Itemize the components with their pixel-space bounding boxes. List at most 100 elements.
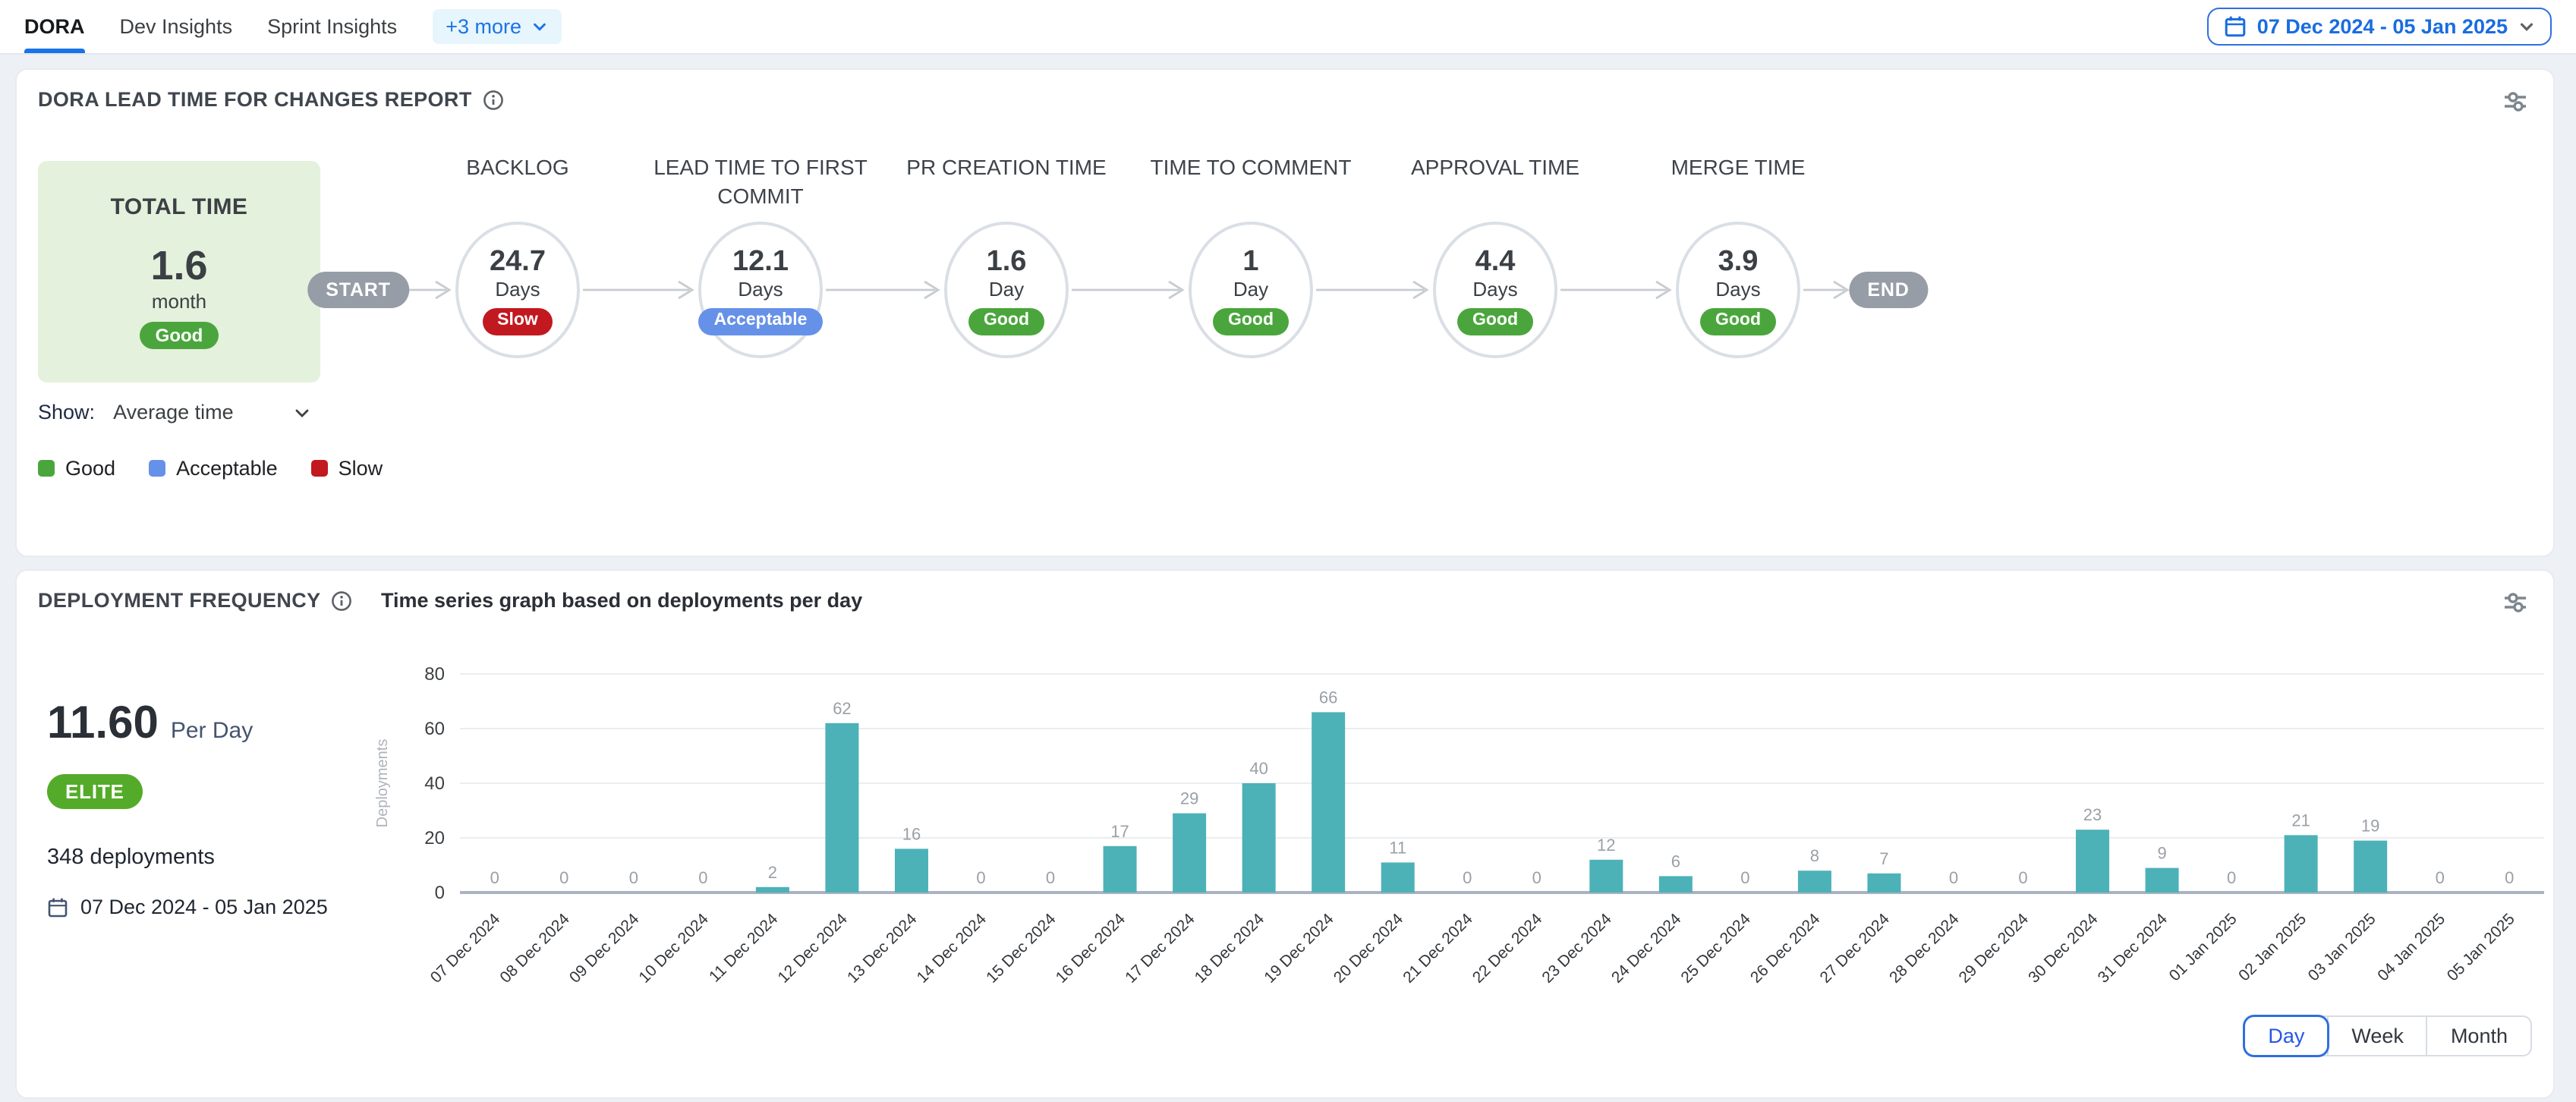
svg-text:27 Dec 2024: 27 Dec 2024 <box>1816 910 1893 987</box>
tab-sprint-insights[interactable]: Sprint Insights <box>267 0 397 53</box>
svg-text:80: 80 <box>424 664 445 685</box>
svg-text:03 Jan 2025: 03 Jan 2025 <box>2305 910 2379 984</box>
svg-text:0: 0 <box>2018 868 2027 887</box>
stage-status-badge: Good <box>968 307 1044 335</box>
granularity-day-button[interactable]: Day <box>2245 1017 2327 1055</box>
svg-text:09 Dec 2024: 09 Dec 2024 <box>566 910 643 987</box>
flow-start-pill: START <box>307 272 409 308</box>
stage-status-badge: Slow <box>482 307 553 335</box>
svg-text:0: 0 <box>2436 868 2445 887</box>
svg-text:0: 0 <box>435 883 445 903</box>
svg-text:28 Dec 2024: 28 Dec 2024 <box>1886 910 1963 987</box>
info-icon[interactable] <box>332 590 353 611</box>
svg-text:16: 16 <box>902 824 921 843</box>
svg-text:05 Jan 2025: 05 Jan 2025 <box>2444 910 2518 984</box>
svg-text:30 Dec 2024: 30 Dec 2024 <box>2025 910 2102 987</box>
svg-text:2: 2 <box>768 863 777 882</box>
show-metric-select[interactable]: Average time <box>113 401 310 423</box>
deployment-rate-unit: Per Day <box>171 718 253 744</box>
svg-text:14 Dec 2024: 14 Dec 2024 <box>914 910 990 987</box>
svg-text:0: 0 <box>976 868 985 887</box>
legend-label: Acceptable <box>176 457 278 480</box>
svg-text:66: 66 <box>1319 688 1337 707</box>
svg-text:0: 0 <box>698 868 707 887</box>
stage-label-time-to-comment: TIME TO COMMENT <box>1122 153 1380 182</box>
svg-text:19 Dec 2024: 19 Dec 2024 <box>1261 910 1337 987</box>
svg-text:60: 60 <box>424 719 445 739</box>
show-metric-value: Average time <box>113 401 234 423</box>
stage-status-badge: Good <box>1700 307 1776 335</box>
deployments-bar-chart: 806040200Deployments007 Dec 2024008 Dec … <box>366 631 2552 1094</box>
stage-value: 1 <box>1242 245 1258 277</box>
stage-node-time-to-comment: 1Day Good <box>1189 222 1313 358</box>
status-legend: Good Acceptable Slow <box>38 457 383 480</box>
info-icon[interactable] <box>483 89 504 110</box>
chevron-down-icon <box>2518 18 2535 35</box>
svg-text:22 Dec 2024: 22 Dec 2024 <box>1469 910 1546 987</box>
svg-text:40: 40 <box>424 773 445 794</box>
legend-item-slow: Slow <box>311 457 383 480</box>
svg-text:0: 0 <box>1740 868 1749 887</box>
total-time-value: 1.6 <box>150 244 207 287</box>
legend-swatch-acceptable <box>149 460 165 477</box>
tab-dora[interactable]: DORA <box>24 0 85 53</box>
total-time-status-badge: Good <box>140 322 219 349</box>
svg-text:24 Dec 2024: 24 Dec 2024 <box>1608 910 1685 987</box>
deployment-date-range-label: 07 Dec 2024 - 05 Jan 2025 <box>80 896 328 918</box>
svg-text:21: 21 <box>2291 811 2310 830</box>
calendar-icon <box>2224 15 2247 38</box>
chevron-down-icon <box>292 403 310 421</box>
svg-text:9: 9 <box>2157 844 2166 863</box>
stage-unit: Days <box>738 277 783 301</box>
stage-label-approval-time: APPROVAL TIME <box>1366 153 1624 182</box>
svg-text:0: 0 <box>629 868 638 887</box>
svg-text:62: 62 <box>833 699 851 718</box>
lead-time-title-text: DORA LEAD TIME FOR CHANGES REPORT <box>38 88 472 111</box>
svg-text:17 Dec 2024: 17 Dec 2024 <box>1122 910 1198 987</box>
svg-text:0: 0 <box>2227 868 2236 887</box>
granularity-month-button[interactable]: Month <box>2426 1017 2530 1055</box>
svg-text:17: 17 <box>1110 822 1129 841</box>
total-time-card: TOTAL TIME 1.6 month Good <box>38 161 320 383</box>
tab-dev-insights[interactable]: Dev Insights <box>120 0 233 53</box>
calendar-icon <box>47 896 68 918</box>
stage-value: 24.7 <box>490 245 546 277</box>
stage-unit: Day <box>1233 277 1268 301</box>
chart-settings-icon[interactable] <box>2499 85 2532 123</box>
stage-status-badge: Acceptable <box>699 307 823 335</box>
stage-node-merge-time: 3.9DaysGood <box>1676 222 1800 358</box>
svg-text:0: 0 <box>1046 868 1055 887</box>
svg-text:20 Dec 2024: 20 Dec 2024 <box>1331 910 1407 987</box>
stage-label-merge-time: MERGE TIME <box>1609 153 1867 182</box>
deployment-frequency-card: DEPLOYMENT FREQUENCY Time series graph b… <box>15 569 2555 1099</box>
svg-text:29: 29 <box>1180 789 1198 808</box>
svg-text:25 Dec 2024: 25 Dec 2024 <box>1677 910 1754 987</box>
legend-label: Good <box>65 457 115 480</box>
stage-label-lead-time-to-first-commit: LEAD TIME TO FIRST COMMIT <box>631 153 890 211</box>
svg-text:0: 0 <box>559 868 568 887</box>
stage-status-badge: Good <box>1457 307 1533 335</box>
legend-item-acceptable: Acceptable <box>149 457 278 480</box>
chart-settings-icon[interactable] <box>2499 586 2532 624</box>
date-range-label: 07 Dec 2024 - 05 Jan 2025 <box>2257 15 2508 38</box>
svg-text:29 Dec 2024: 29 Dec 2024 <box>1956 910 2033 987</box>
svg-text:12 Dec 2024: 12 Dec 2024 <box>774 910 851 987</box>
total-time-label: TOTAL TIME <box>111 194 248 220</box>
deployment-date-range: 07 Dec 2024 - 05 Jan 2025 <box>47 896 328 918</box>
granularity-toggle: DayWeekMonth <box>2244 1015 2532 1056</box>
svg-text:11 Dec 2024: 11 Dec 2024 <box>706 910 782 986</box>
svg-text:6: 6 <box>1671 852 1680 871</box>
svg-text:13 Dec 2024: 13 Dec 2024 <box>844 910 921 987</box>
svg-text:Deployments: Deployments <box>374 739 391 828</box>
date-range-picker[interactable]: 07 Dec 2024 - 05 Jan 2025 <box>2207 8 2552 46</box>
stage-value: 12.1 <box>732 245 789 277</box>
show-label: Show: <box>38 401 95 423</box>
svg-text:02 Jan 2025: 02 Jan 2025 <box>2235 910 2310 984</box>
stage-status-badge: Good <box>1213 307 1289 335</box>
svg-text:8: 8 <box>1810 846 1819 865</box>
more-tabs-button[interactable]: +3 more <box>432 9 561 44</box>
flow-end-pill: END <box>1849 272 1927 308</box>
stage-node-pr-creation-time: 1.6DayGood <box>944 222 1069 358</box>
granularity-week-button[interactable]: Week <box>2327 1017 2426 1055</box>
lead-time-section-title: DORA LEAD TIME FOR CHANGES REPORT <box>38 88 504 111</box>
